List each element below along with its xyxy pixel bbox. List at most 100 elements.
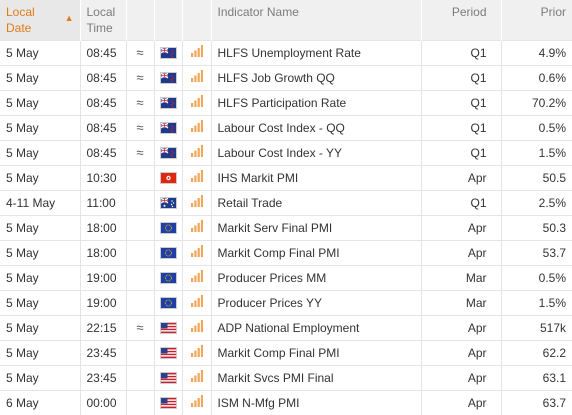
cell-indicator-name[interactable]: Labour Cost Index - YY [211, 139, 422, 165]
table-row[interactable]: 5 May 22:15 ≈ ADP National Employment Apr 517… [0, 314, 572, 340]
cell-indicator-name[interactable]: ISM N-Mfg PMI [211, 389, 422, 415]
cell-date: 5 May [0, 114, 81, 140]
cell-prior: 1.5% [501, 139, 572, 165]
cell-indicator-name[interactable]: Markit Svcs PMI Final [211, 364, 422, 390]
cell-country [154, 89, 183, 115]
cell-indicator-name[interactable]: ADP National Employment [211, 314, 422, 340]
cell-prior: 70.2% [501, 89, 572, 115]
cell-indicator-name[interactable]: Retail Trade [211, 189, 422, 215]
importance-bars-icon [190, 70, 203, 85]
cell-period: Mar [421, 264, 502, 290]
revision-icon: ≈ [126, 39, 155, 65]
nz-flag-icon [159, 147, 177, 160]
cell-period: Apr [421, 314, 502, 340]
cell-date: 6 May [0, 389, 81, 415]
cell-date: 4-11 May [0, 189, 81, 215]
table-row[interactable]: 5 May 23:45 Markit Comp Final PMI Apr 62.2 [0, 339, 572, 365]
cell-date: 5 May [0, 314, 81, 340]
cell-period: Apr [421, 164, 502, 190]
cell-time: 18:00 [80, 239, 127, 265]
cell-indicator-name[interactable]: Producer Prices MM [211, 264, 422, 290]
sort-ascending-icon: ▲ [64, 13, 74, 23]
column-header-label: Period [451, 5, 487, 19]
table-row[interactable]: 5 May 19:00 Producer Prices YY Mar 1.5% [0, 289, 572, 315]
revision-icon [126, 289, 155, 315]
cell-prior: 53.7 [501, 239, 572, 265]
table-row[interactable]: 5 May 08:45 ≈ Labour Cost Index - YY Q1 1.5% [0, 139, 572, 165]
cell-importance [182, 264, 212, 290]
cell-prior: 63.7 [501, 389, 572, 415]
cell-prior: 50.3 [501, 214, 572, 240]
table-row[interactable]: 5 May 23:45 Markit Svcs PMI Final Apr 63.1 [0, 364, 572, 390]
table-row[interactable]: 5 May 08:45 ≈ HLFS Job Growth QQ Q1 0.6% [0, 64, 572, 90]
importance-bars-icon [190, 145, 203, 160]
column-header-label: Local Time [86, 5, 116, 35]
column-header-local-date[interactable]: Local Date ▲ [0, 0, 81, 40]
cell-time: 19:00 [80, 289, 127, 315]
table-header-row: Local Date ▲ Local Time Indicator Name P… [0, 0, 572, 40]
cell-importance [182, 39, 212, 65]
cell-indicator-name[interactable]: Labour Cost Index - QQ [211, 114, 422, 140]
eu-flag-icon [159, 297, 177, 310]
cell-period: Q1 [421, 64, 502, 90]
cell-indicator-name[interactable]: HLFS Unemployment Rate [211, 39, 422, 65]
table-row[interactable]: 5 May 18:00 Markit Serv Final PMI Apr 50.3 [0, 214, 572, 240]
column-header-local-time[interactable]: Local Time [80, 0, 127, 40]
table-row[interactable]: 5 May 08:45 ≈ HLFS Unemployment Rate Q1 4.9% [0, 39, 572, 65]
cell-prior: 0.5% [501, 114, 572, 140]
revision-icon [126, 164, 155, 190]
cell-importance [182, 214, 212, 240]
cell-country [154, 314, 183, 340]
us-flag-icon [159, 397, 177, 410]
importance-bars-icon [190, 195, 203, 210]
cell-indicator-name[interactable]: IHS Markit PMI [211, 164, 422, 190]
cell-period: Mar [421, 289, 502, 315]
cell-date: 5 May [0, 264, 81, 290]
importance-bars-icon [190, 170, 203, 185]
cell-indicator-name[interactable]: Markit Serv Final PMI [211, 214, 422, 240]
revision-icon: ≈ [126, 64, 155, 90]
cell-country [154, 289, 183, 315]
cell-indicator-name[interactable]: HLFS Participation Rate [211, 89, 422, 115]
cell-country [154, 139, 183, 165]
table-row[interactable]: 4-11 May 11:00 Retail Trade Q1 2.5% [0, 189, 572, 215]
column-header-prior[interactable]: Prior [501, 0, 572, 40]
cell-indicator-name[interactable]: Markit Comp Final PMI [211, 339, 422, 365]
us-flag-icon [159, 372, 177, 385]
importance-bars-icon [190, 120, 203, 135]
revision-icon: ≈ [126, 314, 155, 340]
cell-country [154, 164, 183, 190]
nz-flag-icon [159, 97, 177, 110]
cell-period: Q1 [421, 114, 502, 140]
cell-country [154, 214, 183, 240]
eu-flag-icon [159, 222, 177, 235]
column-header-label: Indicator Name [217, 5, 299, 19]
column-header-importance [182, 0, 212, 40]
table-row[interactable]: 5 May 18:00 Markit Comp Final PMI Apr 53.7 [0, 239, 572, 265]
revision-icon: ≈ [126, 89, 155, 115]
cell-indicator-name[interactable]: HLFS Job Growth QQ [211, 64, 422, 90]
cell-indicator-name[interactable]: Producer Prices YY [211, 289, 422, 315]
cell-indicator-name[interactable]: Markit Comp Final PMI [211, 239, 422, 265]
table-row[interactable]: 5 May 10:30 IHS Markit PMI Apr 50.5 [0, 164, 572, 190]
cell-importance [182, 89, 212, 115]
column-header-indicator-name[interactable]: Indicator Name [211, 0, 422, 40]
table-row[interactable]: 5 May 08:45 ≈ HLFS Participation Rate Q1 70.2… [0, 89, 572, 115]
table-row[interactable]: 5 May 19:00 Producer Prices MM Mar 0.5% [0, 264, 572, 290]
economic-calendar-table: Local Date ▲ Local Time Indicator Name P… [0, 0, 572, 415]
table-row[interactable]: 5 May 08:45 ≈ Labour Cost Index - QQ Q1 0.5% [0, 114, 572, 140]
table-row[interactable]: 6 May 00:00 ISM N-Mfg PMI Apr 63.7 [0, 389, 572, 415]
au-flag-icon [159, 197, 177, 210]
cell-country [154, 189, 183, 215]
nz-flag-icon [159, 72, 177, 85]
column-header-period[interactable]: Period [421, 0, 502, 40]
cell-date: 5 May [0, 39, 81, 65]
importance-bars-icon [190, 370, 203, 385]
cell-date: 5 May [0, 64, 81, 90]
nz-flag-icon [159, 122, 177, 135]
cell-time: 08:45 [80, 39, 127, 65]
cell-period: Q1 [421, 39, 502, 65]
us-flag-icon [159, 322, 177, 335]
cell-period: Q1 [421, 189, 502, 215]
eu-flag-icon [159, 247, 177, 260]
